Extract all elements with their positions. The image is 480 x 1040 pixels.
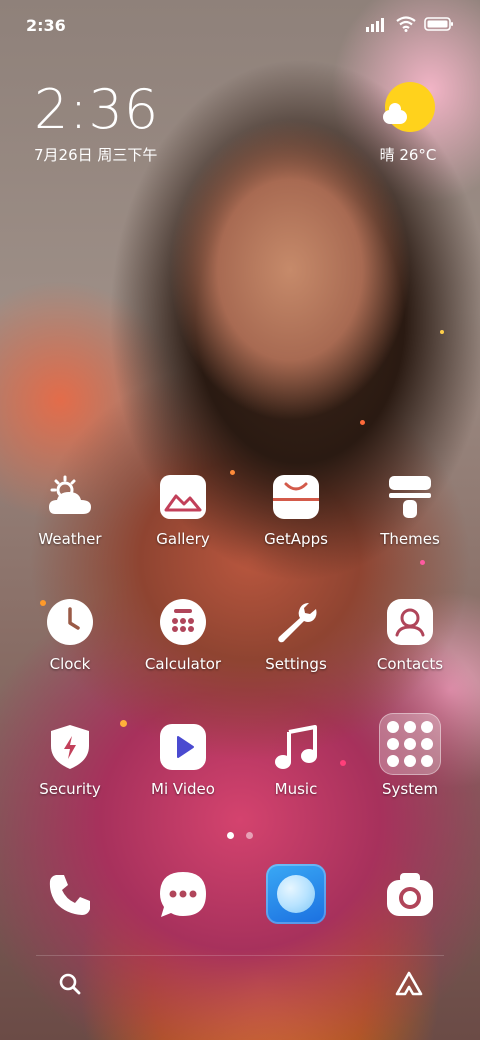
weather-widget[interactable]: 晴 26°C [368,82,448,165]
signal-icon [366,18,384,32]
system-folder-icon [379,713,441,775]
app-label: Gallery [156,530,210,548]
app-security[interactable]: Security [12,722,128,798]
music-icon [271,722,321,772]
settings-icon [271,597,321,647]
clock-icon [45,597,95,647]
app-settings[interactable]: Settings [238,597,354,673]
widget-time: 2:36 [34,78,160,141]
app-label: Contacts [376,655,444,673]
page-dot[interactable] [227,832,234,839]
bottom-search-bar[interactable] [36,955,444,1012]
themes-icon [385,472,435,522]
phone-icon [42,867,98,923]
app-themes[interactable]: Themes [352,472,468,548]
assistant-icon[interactable] [394,970,424,1002]
dock-phone[interactable] [12,867,128,923]
weather-icon [45,472,95,522]
dock-messages[interactable] [125,867,241,923]
app-label: Settings [265,655,327,673]
dock-browser[interactable] [238,864,354,924]
app-system-folder[interactable]: System [352,713,468,798]
dock-camera[interactable] [352,867,468,923]
system-icons [366,16,454,32]
messages-icon [155,867,211,923]
sunny-cloud-icon [381,82,435,136]
security-icon [45,722,95,772]
app-music[interactable]: Music [238,722,354,798]
mi-video-icon [158,722,208,772]
status-time: 2:36 [26,16,66,35]
wifi-icon [396,16,416,32]
app-label: System [382,780,438,798]
getapps-icon [271,472,321,522]
app-label: Music [274,780,318,798]
status-bar: 2:36 [0,0,480,50]
widget-date: 7月26日 周三下午 [34,146,158,164]
app-label: Clock [49,655,91,673]
app-gallery[interactable]: Gallery [125,472,241,548]
app-calculator[interactable]: Calculator [125,597,241,673]
contacts-icon [385,597,435,647]
app-mi-video[interactable]: Mi Video [125,722,241,798]
app-label: Security [39,780,101,798]
app-label: GetApps [264,530,328,548]
app-getapps[interactable]: GetApps [238,472,354,548]
calculator-icon [158,597,208,647]
app-weather[interactable]: Weather [12,472,128,548]
app-label: Calculator [144,655,222,673]
clock-widget[interactable]: 2:36 7月26日 周三下午 [34,80,159,165]
app-clock[interactable]: Clock [12,597,128,673]
page-dot[interactable] [246,832,253,839]
page-indicator[interactable] [0,832,480,839]
weather-summary: 晴 26°C [379,146,437,164]
app-label: Weather [38,530,102,548]
camera-icon [382,867,438,923]
search-icon[interactable] [58,972,82,1000]
battery-icon [424,17,453,31]
browser-icon [266,864,326,924]
app-label: Mi Video [151,780,215,798]
gallery-icon [158,472,208,522]
app-contacts[interactable]: Contacts [352,597,468,673]
app-label: Themes [380,530,440,548]
